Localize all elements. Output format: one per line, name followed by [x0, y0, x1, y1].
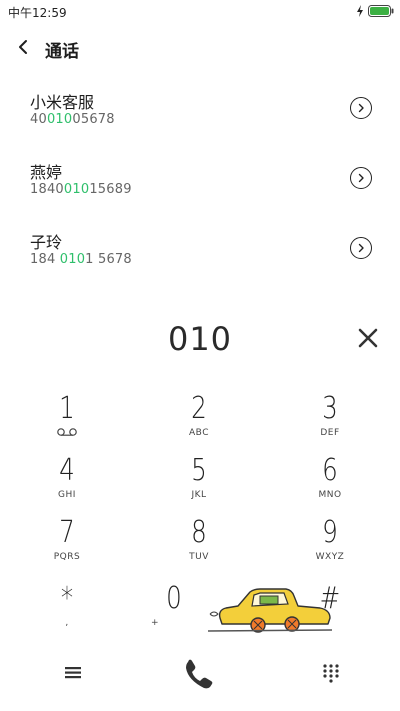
- number-suffix: 05678: [72, 112, 115, 127]
- contact-list: 小米客服 4001005678 燕婷 184001015689 子玲 184 0…: [0, 73, 400, 283]
- key-1[interactable]: 1: [17, 392, 117, 450]
- status-icons: [356, 5, 394, 17]
- charging-icon: [357, 5, 363, 17]
- key-digit: 9: [322, 515, 338, 550]
- bottom-bar: [0, 650, 400, 700]
- key-letters: GHI: [58, 490, 76, 500]
- page-title: 通话: [45, 42, 79, 62]
- contact-detail-button[interactable]: [350, 167, 372, 189]
- contact-number: 184 0101 5678: [30, 252, 132, 267]
- phone-icon[interactable]: [180, 656, 218, 694]
- key-digit: 1: [59, 391, 75, 426]
- status-time: 中午12:59: [8, 6, 67, 20]
- chevron-left-icon: [19, 40, 27, 54]
- key-6[interactable]: 6 MNO: [280, 454, 380, 512]
- key-digit: 7: [59, 515, 75, 550]
- dialed-number: 010: [167, 320, 233, 358]
- key-0[interactable]: 0 +: [149, 582, 199, 640]
- key-4[interactable]: 4 GHI: [17, 454, 117, 512]
- key-digit: 5: [191, 453, 207, 488]
- key-9[interactable]: 9 WXYZ: [280, 516, 380, 574]
- key-letters: ,: [65, 618, 69, 628]
- number-match: 010: [63, 182, 90, 197]
- battery-icon: [368, 5, 394, 17]
- contact-detail-button[interactable]: [350, 237, 372, 259]
- chevron-right-icon: [358, 103, 364, 113]
- close-icon: [358, 328, 378, 348]
- number-prefix: 1840: [30, 182, 64, 197]
- key-2[interactable]: 2 ABC: [149, 392, 249, 450]
- key-7[interactable]: 7 PQRS: [17, 516, 117, 574]
- key-digit: 2: [191, 391, 207, 426]
- key-letters: WXYZ: [315, 552, 345, 562]
- contact-number: 184001015689: [30, 182, 132, 197]
- key-letters: DEF: [320, 428, 340, 438]
- key-8[interactable]: 8 TUV: [149, 516, 249, 574]
- contact-row[interactable]: 小米客服 4001005678: [0, 73, 400, 143]
- key-letters: ABC: [189, 428, 209, 438]
- dial-display: 010: [0, 312, 400, 368]
- key-star[interactable]: * ,: [17, 582, 117, 640]
- key-letters: JKL: [191, 490, 207, 500]
- key-5[interactable]: 5 JKL: [149, 454, 249, 512]
- contact-number: 4001005678: [30, 112, 115, 127]
- header: 通话: [0, 30, 400, 64]
- status-bar: 中午12:59: [0, 0, 400, 24]
- menu-icon[interactable]: [62, 662, 84, 682]
- contact-name: 燕婷: [30, 163, 63, 182]
- number-prefix: 184: [30, 252, 60, 267]
- car-sticker-icon: [208, 588, 333, 633]
- key-letters: MNO: [318, 490, 342, 500]
- contact-detail-button[interactable]: [350, 97, 372, 119]
- key-digit: 6: [322, 453, 338, 488]
- key-3[interactable]: 3 DEF: [280, 392, 380, 450]
- contact-name: 小米客服: [30, 93, 95, 112]
- contact-row[interactable]: 子玲 184 0101 5678: [0, 213, 400, 283]
- voicemail-icon: [17, 428, 117, 440]
- key-digit: 3: [322, 391, 338, 426]
- number-match: 010: [59, 252, 86, 267]
- key-letters: +: [151, 618, 160, 628]
- key-letters: PQRS: [53, 552, 81, 562]
- key-digit: 8: [191, 515, 207, 550]
- chevron-right-icon: [358, 173, 364, 183]
- key-digit: *: [60, 581, 74, 616]
- key-digit: 0: [166, 581, 182, 616]
- number-suffix: 1 5678: [85, 252, 132, 267]
- key-letters: TUV: [189, 552, 209, 562]
- clear-button[interactable]: [355, 325, 381, 351]
- contact-name: 子玲: [30, 233, 63, 252]
- number-suffix: 15689: [89, 182, 132, 197]
- number-prefix: 40: [30, 112, 47, 127]
- back-button[interactable]: [12, 34, 34, 60]
- dialpad-icon[interactable]: [320, 662, 342, 684]
- key-digit: 4: [59, 453, 75, 488]
- chevron-right-icon: [358, 243, 364, 253]
- number-match: 010: [46, 112, 73, 127]
- contact-row[interactable]: 燕婷 184001015689: [0, 143, 400, 213]
